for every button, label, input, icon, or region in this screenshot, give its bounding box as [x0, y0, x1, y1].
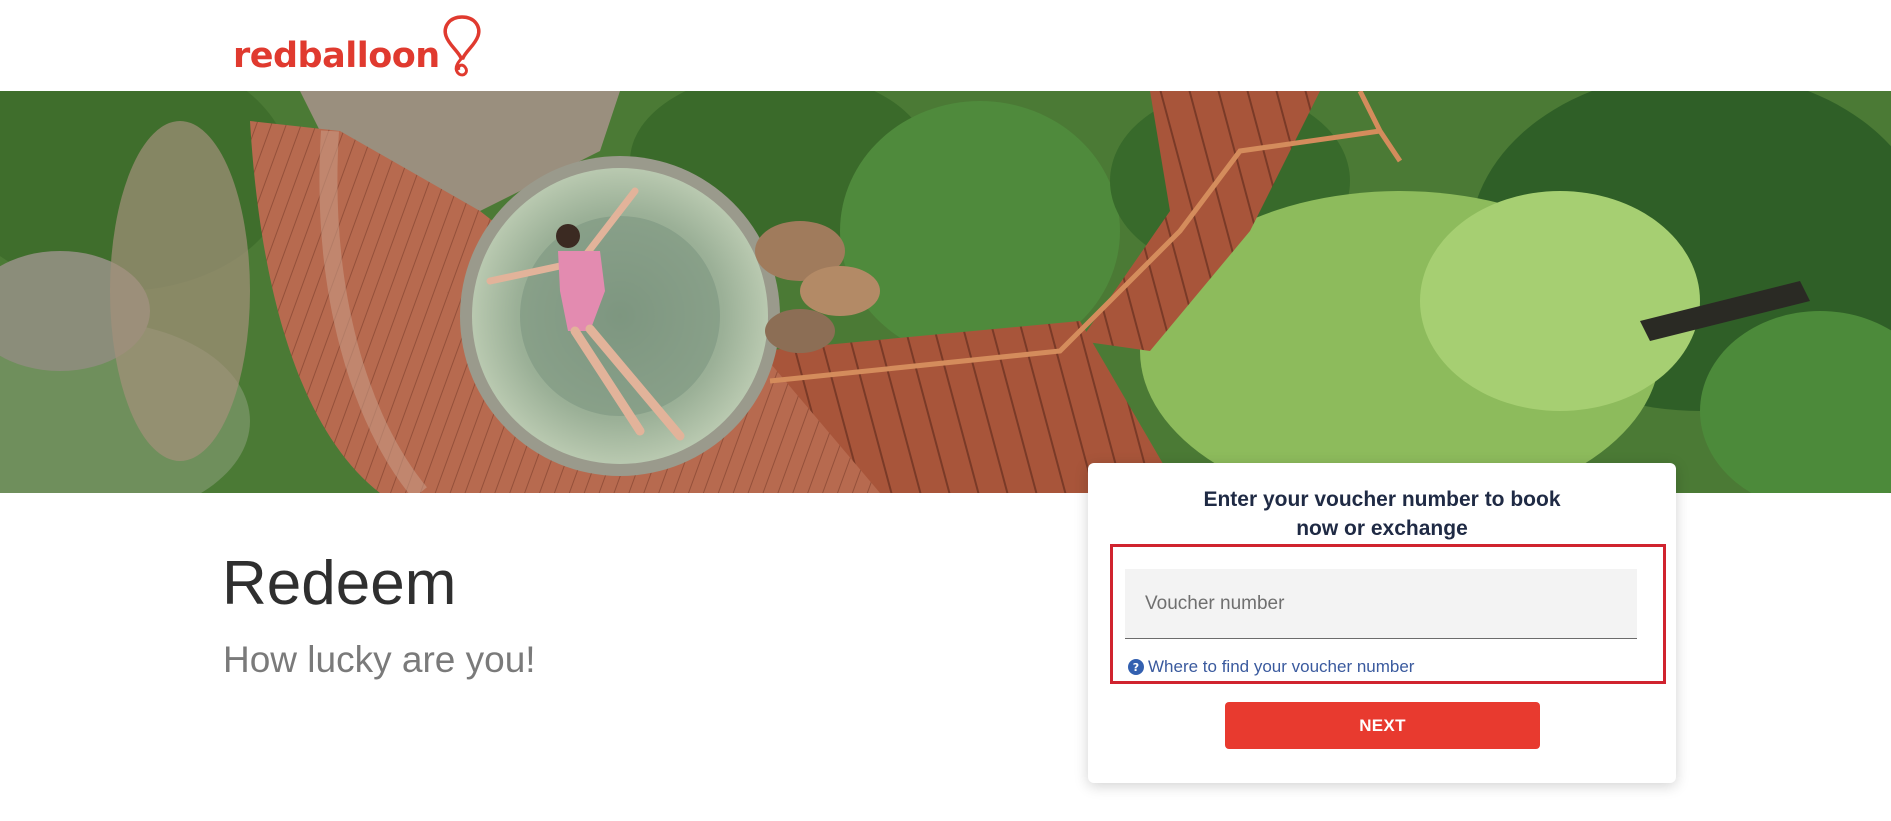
- voucher-help-link[interactable]: ? Where to find your voucher number: [1128, 657, 1414, 677]
- balloon-icon: [443, 15, 481, 77]
- voucher-help-link-text: Where to find your voucher number: [1148, 657, 1415, 676]
- voucher-card: Enter your voucher number to book now or…: [1088, 463, 1676, 783]
- hero-banner-image: [0, 91, 1891, 493]
- site-header: redballoon: [0, 0, 1891, 91]
- voucher-card-heading-line2: now or exchange: [1296, 517, 1468, 540]
- voucher-card-heading-line1: Enter your voucher number to book: [1203, 488, 1561, 511]
- question-circle-icon: ?: [1128, 659, 1144, 675]
- voucher-number-input[interactable]: [1125, 569, 1637, 639]
- hero-photo: [0, 91, 1891, 493]
- page-title: Redeem: [222, 549, 457, 618]
- next-button[interactable]: NEXT: [1225, 702, 1540, 749]
- page-subtitle: How lucky are you!: [223, 639, 536, 680]
- voucher-card-heading: Enter your voucher number to book now or…: [1088, 485, 1676, 543]
- redballoon-logo[interactable]: redballoon: [233, 10, 486, 80]
- logo-wordmark: redballoon: [233, 36, 440, 76]
